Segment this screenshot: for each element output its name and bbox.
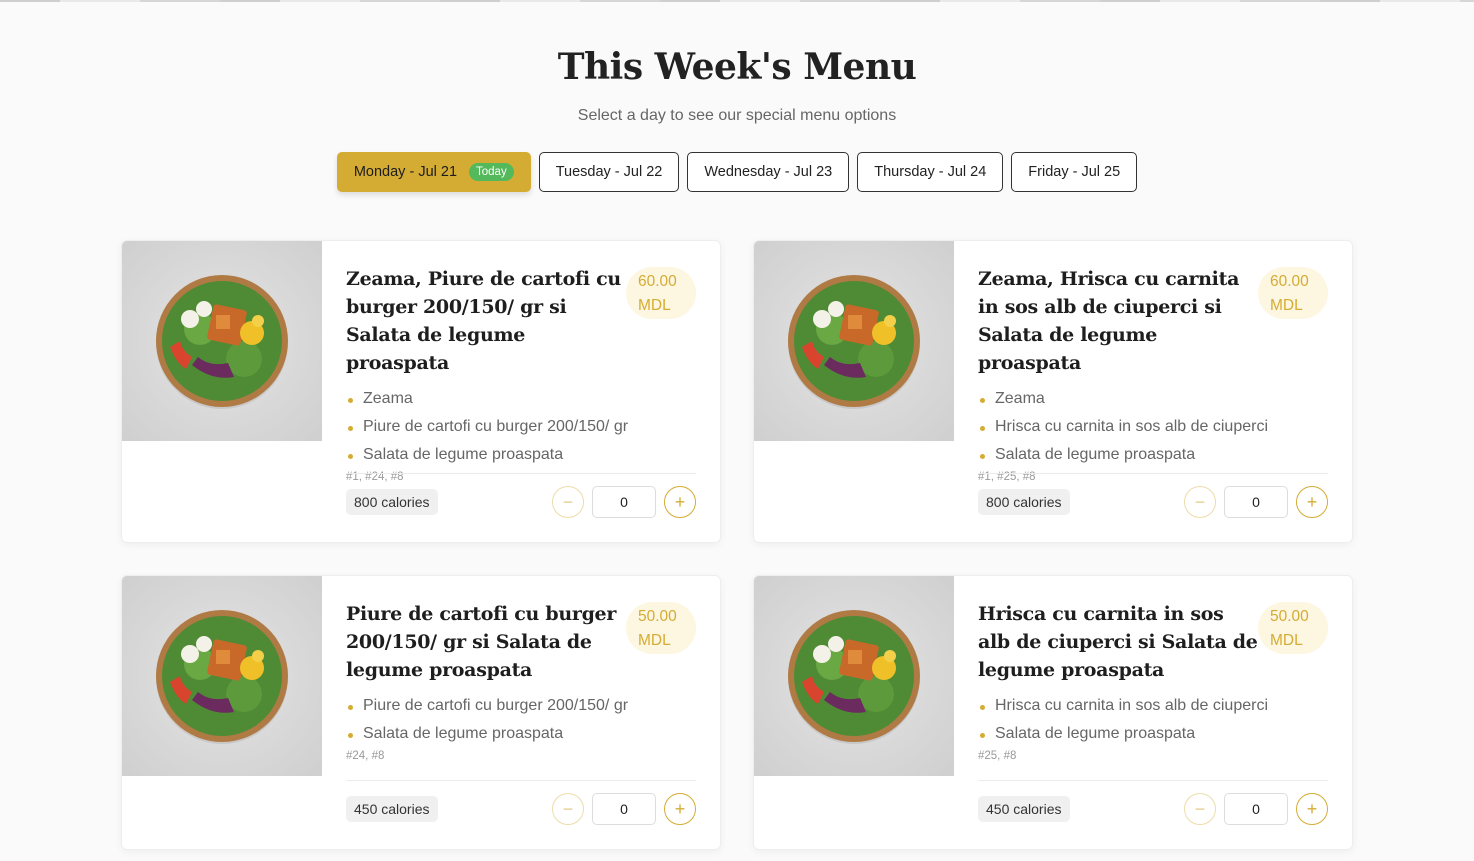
price-badge: 50.00 MDL (626, 602, 696, 654)
plus-icon: + (1306, 799, 1318, 819)
dish-items: Piure de cartofi cu burger 200/150/ gr S… (346, 692, 696, 748)
plus-icon: + (1306, 492, 1318, 512)
menu-card: Hrisca cu carnita in sos alb de ciuperci… (753, 575, 1353, 850)
minus-icon: − (562, 492, 574, 512)
plus-icon: + (674, 492, 686, 512)
day-tab-monday[interactable]: Monday - Jul 21 Today (336, 152, 531, 192)
menu-card: Piure de cartofi cu burger 200/150/ gr s… (121, 575, 721, 850)
dish-codes: #24, #8 (346, 750, 385, 762)
price-value: 50.00 (638, 608, 677, 625)
decrement-button[interactable]: − (1184, 486, 1216, 518)
salad-bowl-icon (156, 610, 288, 744)
quantity-input[interactable] (1224, 793, 1288, 825)
dish-image (122, 576, 322, 776)
page-title: This Week's Menu (557, 46, 917, 88)
list-item: Piure de cartofi cu burger 200/150/ gr (346, 692, 696, 720)
price-value: 60.00 (1270, 273, 1309, 290)
list-item: Zeama (978, 385, 1328, 413)
calories-badge: 450 calories (346, 796, 438, 822)
list-item: Salata de legume proaspata (346, 441, 696, 469)
price-currency: MDL (1270, 297, 1303, 314)
decrement-button[interactable]: − (552, 486, 584, 518)
calories-badge: 450 calories (978, 796, 1070, 822)
price-currency: MDL (638, 632, 671, 649)
today-badge: Today (469, 163, 514, 181)
day-tab-friday[interactable]: Friday - Jul 25 (1011, 152, 1138, 192)
dish-image (122, 241, 322, 441)
minus-icon: − (1194, 492, 1206, 512)
decrement-button[interactable]: − (552, 793, 584, 825)
dish-name: Zeama, Piure de cartofi cu burger 200/15… (346, 268, 621, 374)
list-item: Hrisca cu carnita in sos alb de ciuperci (978, 692, 1328, 720)
price-value: 50.00 (1270, 608, 1309, 625)
day-tab-label: Tuesday - Jul 22 (555, 164, 663, 180)
top-strip (0, 0, 1474, 2)
salad-bowl-icon (156, 275, 288, 409)
price-badge: 60.00 MDL (626, 267, 696, 319)
quantity-input[interactable] (592, 793, 656, 825)
list-item: Zeama (346, 385, 696, 413)
menu-card: Zeama, Hrisca cu carnita in sos alb de c… (753, 240, 1353, 543)
price-badge: 50.00 MDL (1258, 602, 1328, 654)
price-badge: 60.00 MDL (1258, 267, 1328, 319)
list-item: Salata de legume proaspata (346, 720, 696, 748)
dish-image (754, 241, 954, 441)
card-body: Hrisca cu carnita in sos alb de ciuperci… (978, 600, 1328, 762)
dish-name: Zeama, Hrisca cu carnita in sos alb de c… (978, 268, 1240, 374)
calories-badge: 800 calories (978, 489, 1070, 515)
menu-card: Zeama, Piure de cartofi cu burger 200/15… (121, 240, 721, 543)
day-tab-label: Wednesday - Jul 23 (704, 164, 833, 180)
dish-items: Zeama Hrisca cu carnita in sos alb de ci… (978, 385, 1328, 469)
card-body: Zeama, Piure de cartofi cu burger 200/15… (346, 265, 696, 483)
day-tab-label: Thursday - Jul 24 (874, 164, 987, 180)
card-body: Piure de cartofi cu burger 200/150/ gr s… (346, 600, 696, 762)
salad-bowl-icon (788, 275, 920, 409)
quantity-stepper: − + (1184, 486, 1328, 518)
day-tab-label: Monday - Jul 21 (353, 164, 458, 180)
dish-image (754, 576, 954, 776)
price-currency: MDL (1270, 632, 1303, 649)
page-subtitle: Select a day to see our special menu opt… (577, 107, 897, 124)
card-footer: 800 calories − + (978, 473, 1328, 518)
day-tab-thursday[interactable]: Thursday - Jul 24 (857, 152, 1004, 192)
decrement-button[interactable]: − (1184, 793, 1216, 825)
price-currency: MDL (638, 297, 671, 314)
calories-badge: 800 calories (346, 489, 438, 515)
list-item: Salata de legume proaspata (978, 720, 1328, 748)
quantity-stepper: − + (552, 486, 696, 518)
salad-bowl-icon (788, 610, 920, 744)
dish-name: Piure de cartofi cu burger 200/150/ gr s… (346, 603, 617, 681)
card-body: Zeama, Hrisca cu carnita in sos alb de c… (978, 265, 1328, 483)
day-selector: Monday - Jul 21 Today Tuesday - Jul 22 W… (0, 152, 1474, 192)
card-footer: 450 calories − + (978, 780, 1328, 825)
quantity-input[interactable] (592, 486, 656, 518)
quantity-stepper: − + (1184, 793, 1328, 825)
dish-items: Hrisca cu carnita in sos alb de ciuperci… (978, 692, 1328, 748)
dish-items: Zeama Piure de cartofi cu burger 200/150… (346, 385, 696, 469)
increment-button[interactable]: + (664, 486, 696, 518)
day-tab-tuesday[interactable]: Tuesday - Jul 22 (538, 152, 680, 192)
quantity-input[interactable] (1224, 486, 1288, 518)
price-value: 60.00 (638, 273, 677, 290)
minus-icon: − (562, 799, 574, 819)
day-tab-label: Friday - Jul 25 (1028, 164, 1121, 180)
card-footer: 800 calories − + (346, 473, 696, 518)
list-item: Hrisca cu carnita in sos alb de ciuperci (978, 413, 1328, 441)
increment-button[interactable]: + (1296, 486, 1328, 518)
list-item: Salata de legume proaspata (978, 441, 1328, 469)
day-tab-wednesday[interactable]: Wednesday - Jul 23 (687, 152, 850, 192)
minus-icon: − (1194, 799, 1206, 819)
increment-button[interactable]: + (664, 793, 696, 825)
dish-codes: #25, #8 (978, 750, 1017, 762)
card-footer: 450 calories − + (346, 780, 696, 825)
dish-name: Hrisca cu carnita in sos alb de ciuperci… (978, 603, 1258, 681)
increment-button[interactable]: + (1296, 793, 1328, 825)
quantity-stepper: − + (552, 793, 696, 825)
plus-icon: + (674, 799, 686, 819)
list-item: Piure de cartofi cu burger 200/150/ gr (346, 413, 696, 441)
